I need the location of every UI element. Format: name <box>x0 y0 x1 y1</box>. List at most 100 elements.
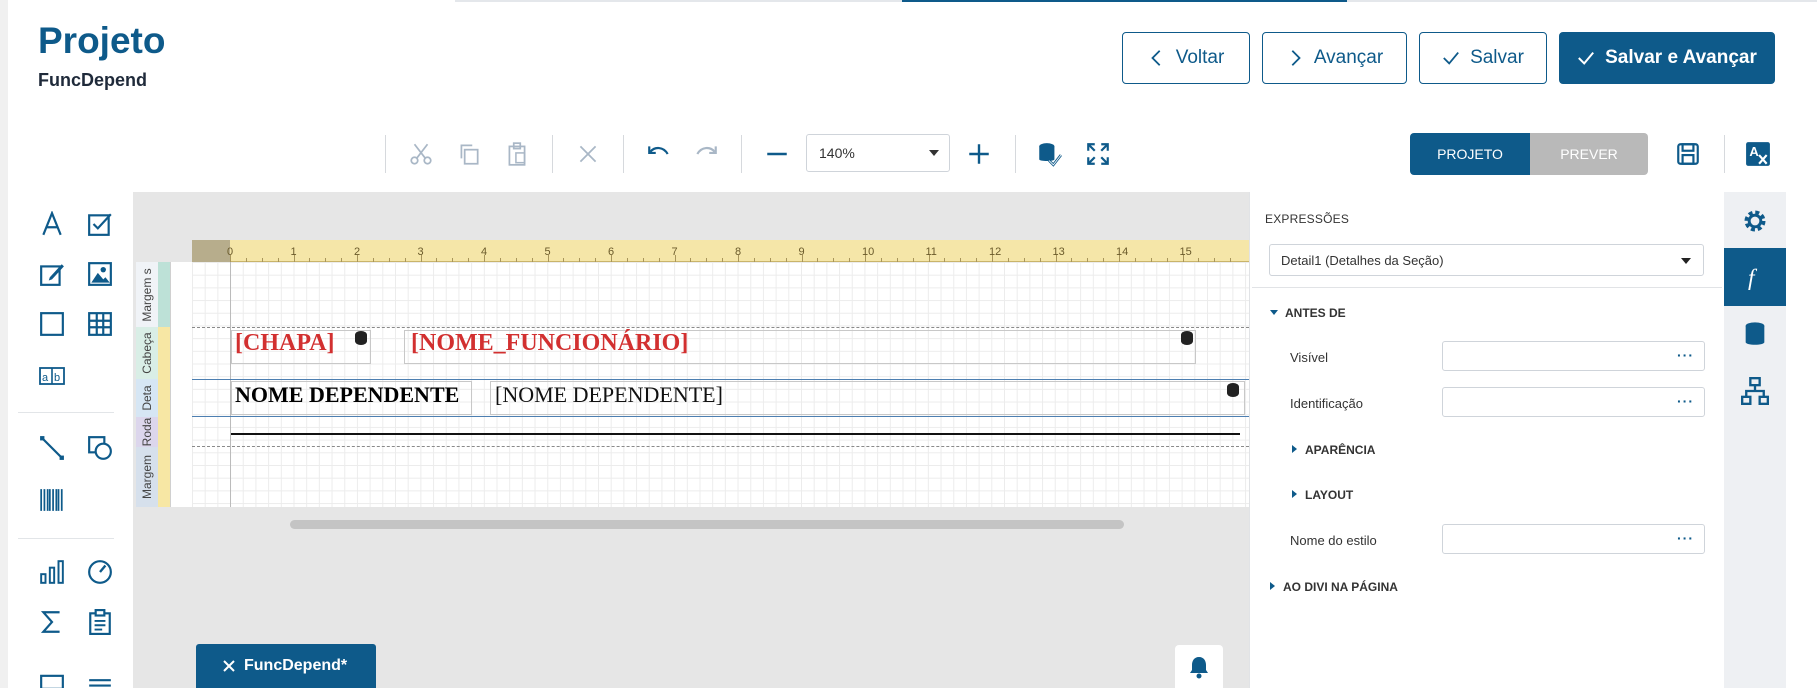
footer-line[interactable] <box>231 433 1240 435</box>
tool-shape[interactable] <box>84 432 116 464</box>
caret-right-icon <box>1292 445 1297 453</box>
band-page-footer[interactable]: Roda <box>136 417 192 447</box>
save-button-label: Salvar <box>1470 47 1524 68</box>
hierarchy-icon <box>1741 377 1769 405</box>
list-icon <box>89 679 111 687</box>
ellipsis-button[interactable]: ··· <box>1677 530 1694 546</box>
tool-summary[interactable] <box>36 606 68 638</box>
validate-bindings-button[interactable] <box>1033 138 1065 170</box>
prop-visible-label: Visível <box>1290 350 1329 365</box>
label-nome-dependente[interactable]: NOME DEPENDENTE <box>235 382 459 408</box>
zoom-select[interactable]: 140% <box>806 134 950 172</box>
tool-gauge[interactable] <box>84 556 116 588</box>
table-icon <box>88 312 112 336</box>
tool-picture[interactable] <box>84 258 116 290</box>
band-bottom-margin[interactable]: Margem <box>136 447 192 507</box>
section-before[interactable]: ANTES DE <box>1270 306 1346 320</box>
rail-properties-button[interactable] <box>1724 192 1786 250</box>
ellipsis-button[interactable]: ··· <box>1677 347 1694 363</box>
field-chapa[interactable]: [CHAPA] <box>235 330 335 357</box>
section-layout[interactable]: LAYOUT <box>1292 488 1353 502</box>
copy-button[interactable] <box>453 138 485 170</box>
svg-text:f: f <box>1748 265 1758 291</box>
zoom-out-button[interactable] <box>761 138 793 170</box>
scissors-icon <box>410 143 432 165</box>
tool-panel[interactable] <box>36 308 68 340</box>
band-top-margin[interactable]: Margem s <box>136 262 192 327</box>
save-and-next-button[interactable]: Salvar e Avançar <box>1559 32 1775 84</box>
rail-expressions-button[interactable]: f <box>1724 248 1786 306</box>
section-page-break[interactable]: AO DIVI NA PÁGINA <box>1270 580 1398 594</box>
field-nome-funcionario[interactable]: [NOME_FUNCIONÁRIO] <box>411 330 688 357</box>
svg-text:a: a <box>42 372 49 384</box>
save-button[interactable]: Salvar <box>1419 32 1547 84</box>
band-detail[interactable]: Deta <box>136 379 192 417</box>
ruler-mark <box>357 255 358 262</box>
section-appearance[interactable]: APARÊNCIA <box>1292 443 1375 457</box>
save-layout-button[interactable] <box>1672 138 1704 170</box>
tool-table[interactable] <box>84 308 116 340</box>
tool-barcode[interactable] <box>36 484 68 516</box>
element-selector[interactable]: Detail1 (Detalhes da Seção) <box>1269 244 1704 276</box>
back-button-label: Voltar <box>1175 47 1225 68</box>
clipboard-list-icon <box>89 609 111 635</box>
paste-button[interactable] <box>501 138 533 170</box>
gauge-icon <box>88 560 112 584</box>
fullscreen-button[interactable] <box>1082 138 1114 170</box>
next-button[interactable]: Avançar <box>1262 32 1407 84</box>
ruler-mark <box>293 255 295 262</box>
tool-line[interactable] <box>36 432 68 464</box>
field-nome-dependente[interactable]: [NOME DEPENDENTE] <box>495 382 723 408</box>
band-labels: Margem s Cabeça Deta Roda Margem <box>136 262 192 507</box>
tool-chart[interactable] <box>36 556 68 588</box>
prop-identification-input[interactable]: ··· <box>1442 387 1705 417</box>
zoom-in-button[interactable] <box>963 138 995 170</box>
ruler-mark <box>1055 255 1057 262</box>
translate-icon: A <box>1746 142 1770 166</box>
rail-datasource-button[interactable] <box>1724 305 1786 363</box>
save-and-next-label: Salvar e Avançar <box>1605 47 1757 68</box>
tool-more-2[interactable] <box>84 668 116 688</box>
tool-more-1[interactable] <box>36 668 68 688</box>
tab-preview-mode[interactable]: PREVER <box>1530 133 1648 175</box>
horizontal-scrollbar[interactable] <box>290 520 1124 529</box>
undo-button[interactable] <box>643 138 675 170</box>
caret-right-icon <box>1292 490 1297 498</box>
tab-funcdepend[interactable]: FuncDepend* <box>196 644 376 688</box>
ruler-tick-label: 11 <box>925 246 937 258</box>
caret-down-icon <box>929 150 939 156</box>
function-icon: f <box>1748 265 1758 291</box>
rail-explorer-button[interactable] <box>1724 362 1786 420</box>
toolbar-separator <box>1015 135 1016 173</box>
page-title: Projeto <box>38 20 166 61</box>
delete-button[interactable] <box>572 138 604 170</box>
close-icon[interactable] <box>222 659 236 673</box>
band-divider <box>192 379 1249 380</box>
back-button[interactable]: Voltar <box>1122 32 1250 84</box>
toolbar-separator <box>552 135 553 173</box>
tab-design-mode[interactable]: PROJETO <box>1410 133 1530 175</box>
notifications-button[interactable] <box>1175 645 1223 688</box>
tool-richtext[interactable] <box>36 258 68 290</box>
prop-style-name-input[interactable]: ··· <box>1442 524 1705 554</box>
band-top-margin-label: Margem s <box>140 267 154 322</box>
section-appearance-label: APARÊNCIA <box>1305 443 1376 457</box>
sigma-icon <box>40 611 60 633</box>
ruler-mark <box>865 255 866 262</box>
prop-style-name-label: Nome do estilo <box>1290 533 1377 548</box>
cut-button[interactable] <box>405 138 437 170</box>
toolbox-separator <box>18 538 114 539</box>
tool-subreport[interactable] <box>84 606 116 638</box>
top-accent <box>902 0 1347 2</box>
ruler-tick-label: 14 <box>1116 246 1129 258</box>
redo-button[interactable] <box>690 138 722 170</box>
tool-character-comb[interactable]: ab <box>36 360 68 392</box>
toolbox-separator <box>18 412 114 413</box>
prop-visible-input[interactable]: ··· <box>1442 341 1705 371</box>
localization-button[interactable]: A <box>1742 138 1774 170</box>
ellipsis-button[interactable]: ··· <box>1677 393 1694 409</box>
band-page-header[interactable]: Cabeça <box>136 327 192 379</box>
tool-checkbox[interactable] <box>84 208 116 240</box>
tool-label[interactable] <box>36 208 68 240</box>
band-page-footer-label: Roda <box>140 417 154 447</box>
